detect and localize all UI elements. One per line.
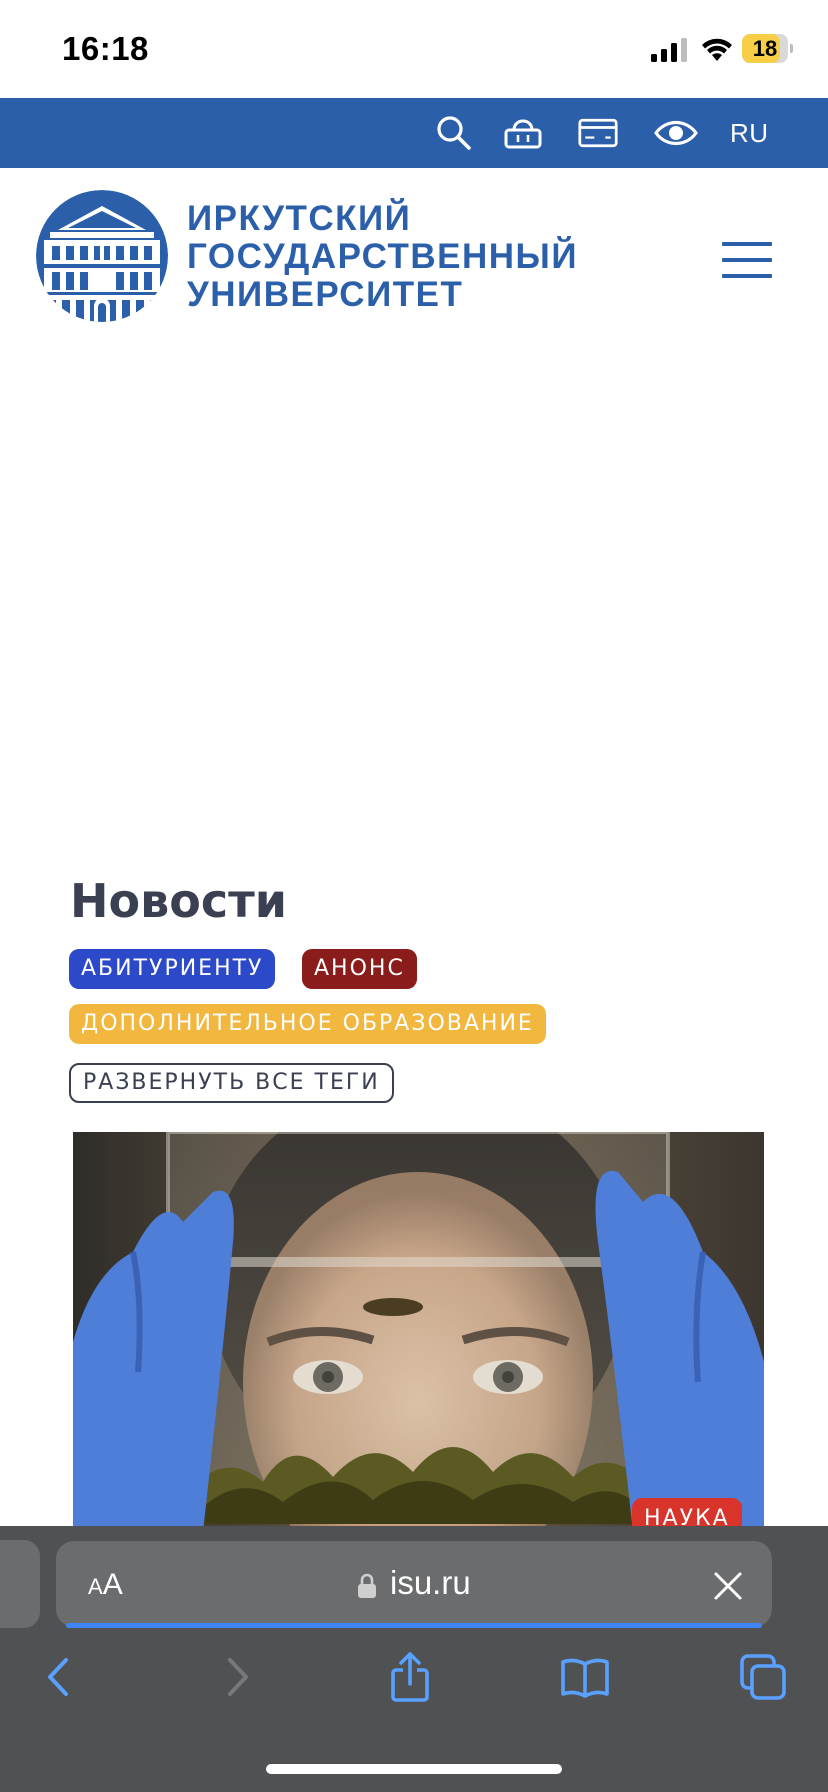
wifi-icon [702,38,732,61]
text-size-small-a: A [88,1574,103,1599]
search-icon[interactable] [434,114,474,152]
text-size-button[interactable]: AA [88,1568,123,1602]
battery-level: 18 [752,36,778,61]
close-icon[interactable] [712,1570,744,1602]
battery-icon: 18 [742,34,793,63]
home-indicator[interactable] [266,1764,562,1774]
bookmarks-icon[interactable] [560,1652,610,1702]
expand-all-tags-button[interactable]: РАЗВЕРНУТЬ ВСЕ ТЕГИ [69,1063,394,1103]
news-title: Новости [70,874,287,928]
lock-icon [358,1573,376,1598]
signal-icon [651,38,687,62]
hamburger-menu-icon[interactable] [722,242,772,278]
shopping-basket-icon[interactable] [503,114,543,152]
news-photo [73,1132,764,1532]
tag-announcement[interactable]: АНОНС [302,949,417,989]
utility-bar: RU [0,98,828,168]
text-size-big-a: A [102,1568,123,1601]
eye-icon[interactable] [654,114,698,152]
credit-card-icon[interactable] [578,114,618,152]
university-name-line-2: ГОСУДАРСТВЕННЫЙ [187,237,578,276]
university-building-logo[interactable] [36,190,168,322]
previous-tab-preview[interactable] [0,1540,40,1628]
loading-progress-bar [66,1623,762,1628]
status-time: 16:18 [62,30,149,67]
tag-additional-education[interactable]: ДОПОЛНИТЕЛЬНОЕ ОБРАЗОВАНИЕ [69,1004,546,1044]
news-item-image[interactable] [73,1132,764,1532]
university-name-line-1: ИРКУТСКИЙ [187,199,412,238]
university-name-line-3: УНИВЕРСИТЕТ [187,275,464,314]
tag-applicants[interactable]: АБИТУРИЕНТУ [69,949,276,989]
back-icon[interactable] [34,1652,84,1702]
status-bar: 16:18 18 [0,0,828,98]
url-text[interactable]: isu.ru [390,1564,471,1602]
forward-icon[interactable] [212,1652,262,1702]
university-name[interactable]: ИРКУТСКИЙ ГОСУДАРСТВЕННЫЙ УНИВЕРСИТЕТ [187,200,578,314]
language-switch[interactable]: RU [730,118,769,149]
site-header: ИРКУТСКИЙ ГОСУДАРСТВЕННЫЙ УНИВЕРСИТЕТ [0,168,828,338]
share-icon[interactable] [385,1652,435,1702]
tabs-icon[interactable] [738,1652,788,1702]
